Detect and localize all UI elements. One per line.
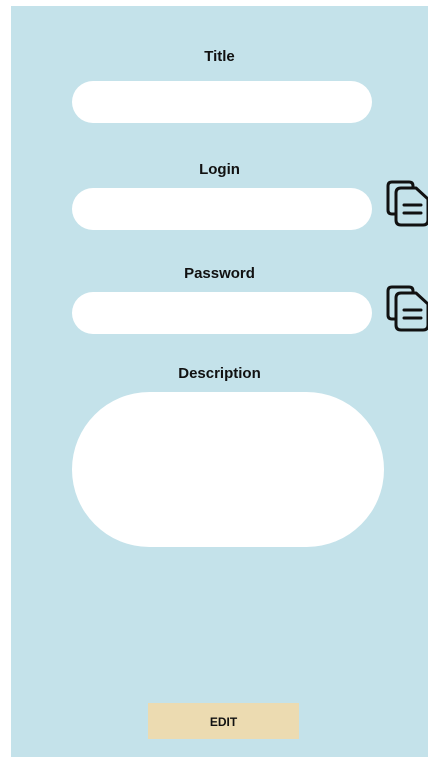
copy-password-button[interactable] bbox=[384, 283, 428, 333]
copy-icon bbox=[386, 285, 428, 332]
password-input[interactable] bbox=[72, 292, 372, 334]
description-input[interactable] bbox=[72, 392, 384, 547]
title-label: Title bbox=[204, 48, 235, 65]
description-label: Description bbox=[178, 365, 261, 382]
edit-button[interactable]: EDIT bbox=[148, 703, 299, 739]
copy-icon bbox=[386, 180, 428, 227]
copy-login-button[interactable] bbox=[384, 178, 428, 228]
password-label: Password bbox=[184, 265, 255, 282]
login-label: Login bbox=[199, 161, 240, 178]
title-input[interactable] bbox=[72, 81, 372, 123]
login-input[interactable] bbox=[72, 188, 372, 230]
edit-entry-screen: Title Login Password Description EDIT bbox=[11, 6, 428, 757]
